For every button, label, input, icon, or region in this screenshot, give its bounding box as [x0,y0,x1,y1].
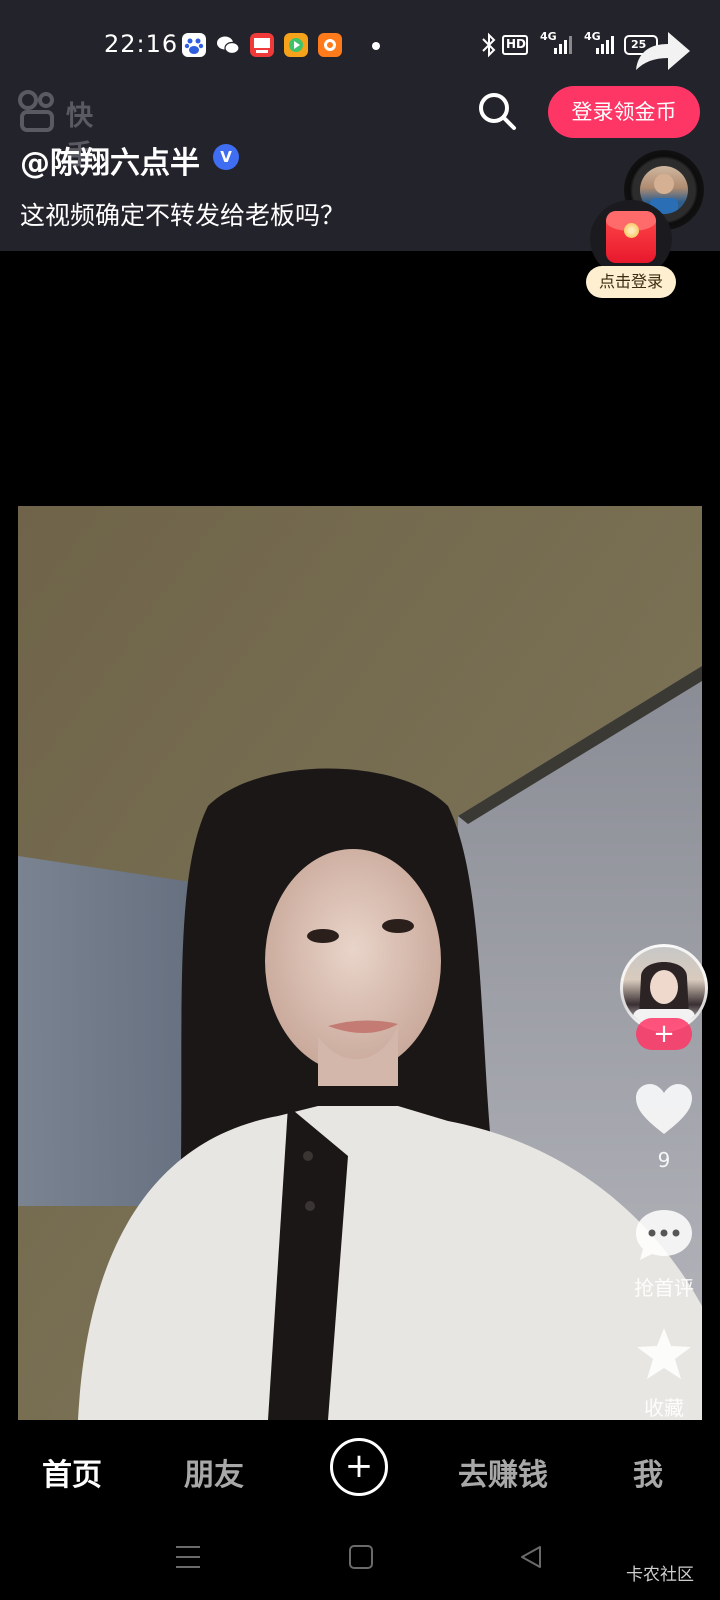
like-count: 9 [657,1148,671,1172]
more-notifications-dot [372,42,380,50]
kuaishou-logo: 快手 [18,90,93,171]
video-player[interactable] [18,506,702,1420]
search-icon[interactable] [476,90,518,132]
author-name[interactable]: @陈翔六点半 [20,138,200,182]
tab-me[interactable]: 我 [633,1450,663,1494]
share-icon[interactable] [632,26,694,76]
video-app-icon [284,33,308,57]
verified-badge-icon: V [213,144,239,170]
kuaishou-icon [18,90,54,132]
status-bar: 22:16 HD 4G 4G 25 [0,24,720,68]
wechat-icon [216,33,240,57]
create-plus-button[interactable]: + [330,1438,388,1496]
signal-4g-icon: 4G [540,30,572,60]
favorite-label: 收藏 [644,1396,684,1420]
like-heart-icon[interactable] [634,1082,694,1138]
bottom-tab-bar: 首页 朋友 + 去赚钱 我 [0,1420,720,1516]
home-square-icon[interactable] [348,1544,374,1570]
system-navigation-bar: 卡农社区 [0,1516,720,1600]
kuaishou-lite-icon [318,33,342,57]
redpacket-icon [606,211,656,263]
favorite-star-icon[interactable] [634,1326,694,1382]
redpacket-login-label[interactable]: 点击登录 [586,266,676,298]
video-caption: 这视频确定不转发给老板吗？ [20,201,346,230]
baidu-icon [182,33,206,57]
video-frame-image [18,506,702,1420]
bluetooth-icon [480,32,498,62]
follow-button[interactable]: + [636,1018,692,1050]
toutiao-icon [250,33,274,57]
tab-friends[interactable]: 朋友 [184,1450,244,1494]
menu-icon[interactable] [174,1544,202,1570]
signal-4g-icon: 4G [578,30,614,60]
tab-home[interactable]: 首页 [42,1450,102,1494]
login-coins-button[interactable]: 登录领金币 [548,86,700,138]
hd-icon: HD [502,35,528,55]
comment-icon[interactable] [634,1206,694,1262]
redpacket-widget[interactable]: 点击登录 [586,200,676,300]
tab-earn-money[interactable]: 去赚钱 [458,1450,548,1494]
status-time: 22:16 [104,30,179,58]
comment-label: 抢首评 [634,1276,694,1300]
watermark: 卡农社区 [626,1565,694,1585]
back-triangle-icon[interactable] [518,1544,544,1570]
